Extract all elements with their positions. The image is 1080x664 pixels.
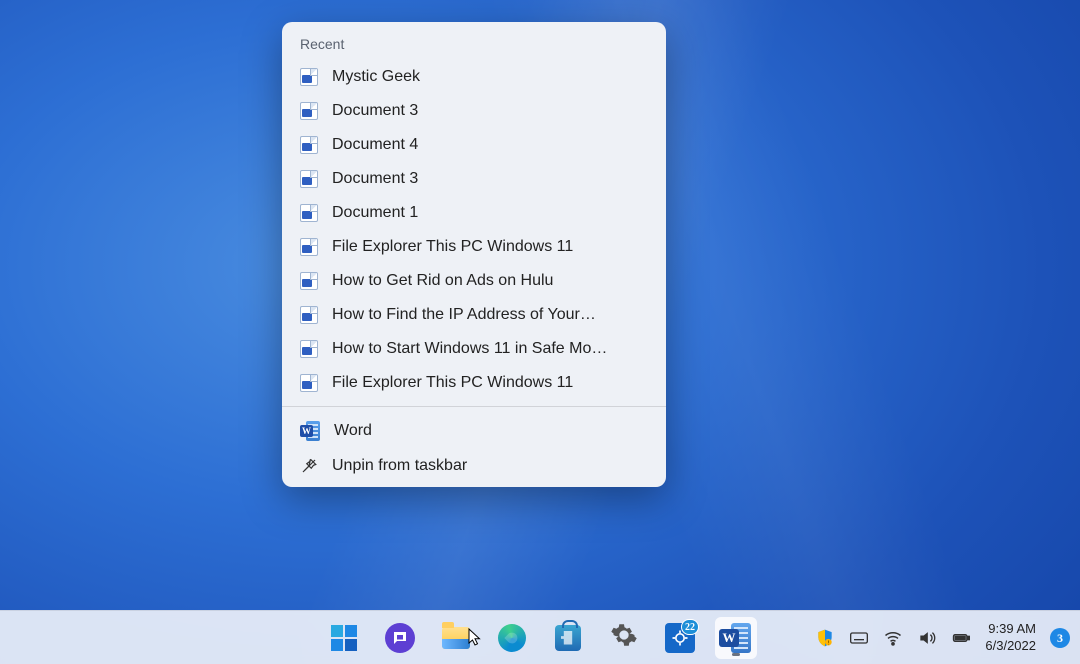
system-tray: ! 9:39 AM 6/3/2022 3 bbox=[815, 611, 1070, 664]
jumplist-section-label: Recent bbox=[282, 22, 666, 60]
volume-icon bbox=[917, 628, 937, 648]
microsoft-store-icon bbox=[555, 625, 581, 651]
wifi-icon bbox=[883, 628, 903, 648]
edge-button[interactable] bbox=[491, 617, 533, 659]
word-document-icon bbox=[300, 68, 318, 86]
wifi-button[interactable] bbox=[883, 611, 903, 664]
word-document-icon bbox=[300, 374, 318, 392]
jumplist-recent-item[interactable]: How to Start Windows 11 in Safe Mo… bbox=[282, 332, 666, 366]
input-method-button[interactable] bbox=[849, 611, 869, 664]
jumplist-unpin-label: Unpin from taskbar bbox=[332, 457, 467, 475]
word-app-icon bbox=[719, 621, 753, 655]
word-document-icon bbox=[300, 272, 318, 290]
file-explorer-icon bbox=[442, 627, 470, 649]
jumplist-item-label: Document 3 bbox=[332, 102, 418, 120]
jumplist-app-item[interactable]: Word bbox=[282, 413, 666, 449]
battery-button[interactable] bbox=[951, 611, 971, 664]
svg-text:!: ! bbox=[828, 641, 829, 647]
jumplist-recent-item[interactable]: How to Find the IP Address of Your… bbox=[282, 298, 666, 332]
notifications-button[interactable]: 3 bbox=[1050, 611, 1070, 664]
battery-icon bbox=[951, 628, 971, 648]
jumplist-recent-item[interactable]: File Explorer This PC Windows 11 bbox=[282, 366, 666, 400]
jumplist-item-label: File Explorer This PC Windows 11 bbox=[332, 374, 573, 392]
word-document-icon bbox=[300, 204, 318, 222]
word-app-icon bbox=[300, 421, 320, 441]
word-document-icon bbox=[300, 306, 318, 324]
jumplist-separator bbox=[282, 406, 666, 407]
desktop-background: Recent Mystic Geek Document 3 Document 4… bbox=[0, 0, 1080, 664]
word-document-icon bbox=[300, 136, 318, 154]
windows-start-icon bbox=[331, 625, 357, 651]
taskbar-center: 22 bbox=[323, 617, 757, 659]
settings-gear-icon bbox=[610, 621, 638, 654]
jumplist-item-label: File Explorer This PC Windows 11 bbox=[332, 238, 573, 256]
mouse-cursor-icon bbox=[468, 628, 482, 648]
snagit-icon: 22 bbox=[665, 623, 695, 653]
chat-button[interactable] bbox=[379, 617, 421, 659]
jumplist-recent-item[interactable]: Document 4 bbox=[282, 128, 666, 162]
jumplist-item-label: Document 4 bbox=[332, 136, 418, 154]
start-button[interactable] bbox=[323, 617, 365, 659]
notification-badge: 3 bbox=[1050, 628, 1070, 648]
snagit-button[interactable]: 22 bbox=[659, 617, 701, 659]
shield-icon: ! bbox=[815, 627, 835, 649]
word-document-icon bbox=[300, 238, 318, 256]
jumplist-unpin-item[interactable]: Unpin from taskbar bbox=[282, 449, 666, 483]
jumplist-panel: Recent Mystic Geek Document 3 Document 4… bbox=[282, 22, 666, 487]
keyboard-icon bbox=[849, 628, 869, 648]
word-document-icon bbox=[300, 102, 318, 120]
jumplist-item-label: How to Find the IP Address of Your… bbox=[332, 306, 596, 324]
windows-security-button[interactable]: ! bbox=[815, 611, 835, 664]
jumplist-item-label: Mystic Geek bbox=[332, 68, 420, 86]
taskbar: 22 ! bbox=[0, 610, 1080, 664]
jumplist-recent-item[interactable]: Document 3 bbox=[282, 94, 666, 128]
snagit-badge: 22 bbox=[681, 619, 699, 635]
volume-button[interactable] bbox=[917, 611, 937, 664]
word-taskbar-button[interactable] bbox=[715, 617, 757, 659]
settings-button[interactable] bbox=[603, 617, 645, 659]
chat-icon bbox=[385, 623, 415, 653]
word-document-icon bbox=[300, 170, 318, 188]
jumplist-recent-item[interactable]: Mystic Geek bbox=[282, 60, 666, 94]
unpin-icon bbox=[300, 457, 318, 475]
tray-date: 6/3/2022 bbox=[985, 638, 1036, 655]
jumplist-recent-item[interactable]: File Explorer This PC Windows 11 bbox=[282, 230, 666, 264]
word-document-icon bbox=[300, 340, 318, 358]
jumplist-item-label: How to Get Rid on Ads on Hulu bbox=[332, 272, 553, 290]
jumplist-app-label: Word bbox=[334, 422, 372, 440]
jumplist-item-label: Document 1 bbox=[332, 204, 418, 222]
tray-time: 9:39 AM bbox=[988, 621, 1036, 638]
jumplist-recent-item[interactable]: How to Get Rid on Ads on Hulu bbox=[282, 264, 666, 298]
jumplist-recent-item[interactable]: Document 3 bbox=[282, 162, 666, 196]
jumplist-item-label: Document 3 bbox=[332, 170, 418, 188]
edge-icon bbox=[498, 624, 526, 652]
jumplist-recent-item[interactable]: Document 1 bbox=[282, 196, 666, 230]
microsoft-store-button[interactable] bbox=[547, 617, 589, 659]
jumplist-item-label: How to Start Windows 11 in Safe Mo… bbox=[332, 340, 607, 358]
clock-date-button[interactable]: 9:39 AM 6/3/2022 bbox=[985, 621, 1036, 655]
